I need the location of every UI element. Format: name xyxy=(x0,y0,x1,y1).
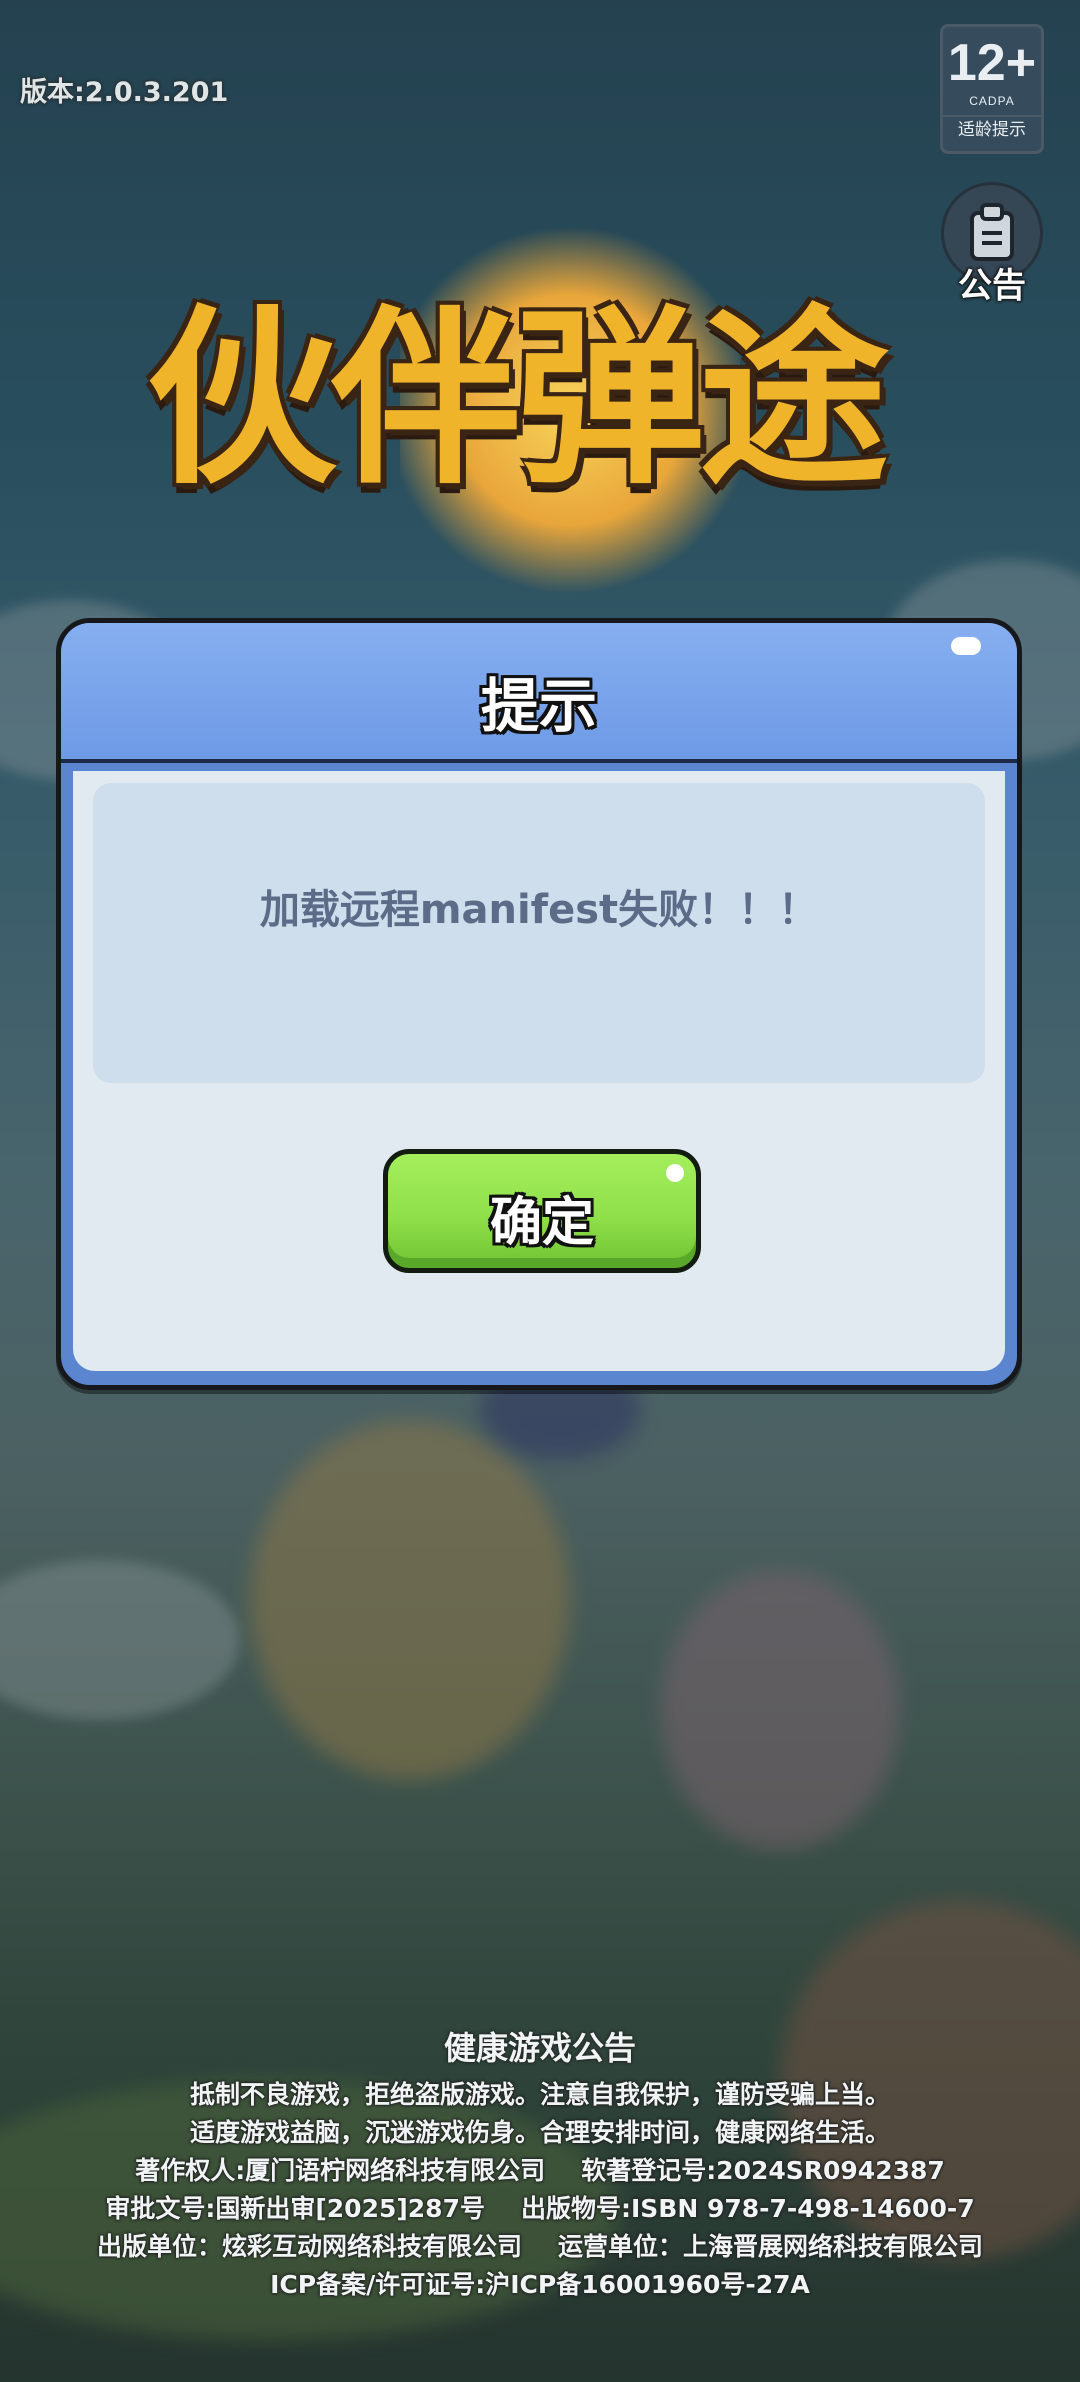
dialog-body: 加载远程manifest失败！！！ 确定 xyxy=(73,771,1005,1371)
age-rating-value: 12+ xyxy=(947,34,1037,92)
error-message: 加载远程manifest失败！！！ xyxy=(259,887,819,933)
confirm-button-label: 确定 xyxy=(489,1193,594,1253)
icp-license: ICP备案/许可证号:沪ICP备16001960号-27A xyxy=(270,2270,810,2299)
notice-button-label: 公告 xyxy=(958,266,1026,306)
software-registration: 软著登记号:2024SR0942387 xyxy=(581,2156,945,2185)
dialog-header: 提示 xyxy=(61,623,1017,763)
footer-credits-row: 著作权人:厦门语柠网络科技有限公司 软著登记号:2024SR0942387 xyxy=(0,2152,1080,2190)
age-rating-org: CADPA xyxy=(969,94,1015,108)
operator: 运营单位：上海晋展网络科技有限公司 xyxy=(558,2232,984,2261)
footer-line: 适度游戏益脑，沉迷游戏伤身。合理安排时间，健康网络生活。 xyxy=(189,2118,890,2147)
footer-credits-row: 出版单位：炫彩互动网络科技有限公司 运营单位：上海晋展网络科技有限公司 xyxy=(0,2228,1080,2266)
footer-credits-row: 审批文号:国新出审[2025]287号 出版物号:ISBN 978-7-498-1… xyxy=(0,2190,1080,2228)
message-box: 加载远程manifest失败！！！ xyxy=(93,783,985,1083)
age-rating-badge[interactable]: 12+ CADPA 适龄提示 xyxy=(940,24,1044,154)
age-rating-hint: 适龄提示 xyxy=(943,115,1041,143)
game-logo: 伙伴弹途 xyxy=(100,200,930,620)
clipboard-icon xyxy=(970,203,1014,261)
alert-dialog: 提示 加载远程manifest失败！！！ 确定 xyxy=(56,618,1022,1390)
footer-title: 健康游戏公告 xyxy=(443,2029,636,2067)
health-notice-footer: 健康游戏公告 抵制不良游戏，拒绝盗版游戏。注意自我保护，谨防受骗上当。 适度游戏… xyxy=(0,2020,1080,2304)
approval-number: 审批文号:国新出审[2025]287号 xyxy=(105,2194,485,2223)
copyright-owner: 著作权人:厦门语柠网络科技有限公司 xyxy=(135,2156,546,2185)
dialog-title: 提示 xyxy=(480,672,597,740)
publication-number: 出版物号:ISBN 978-7-498-14600-7 xyxy=(520,2194,975,2223)
confirm-button[interactable]: 确定 xyxy=(383,1149,701,1273)
footer-line: 抵制不良游戏，拒绝盗版游戏。注意自我保护，谨防受骗上当。 xyxy=(189,2080,890,2109)
header-shine xyxy=(951,637,981,655)
logo-text: 伙伴弹途 xyxy=(146,289,889,510)
version-label: 版本:2.0.3.201 xyxy=(20,77,229,108)
notice-button[interactable]: 公告 xyxy=(940,182,1044,306)
publisher: 出版单位：炫彩互动网络科技有限公司 xyxy=(96,2232,522,2261)
